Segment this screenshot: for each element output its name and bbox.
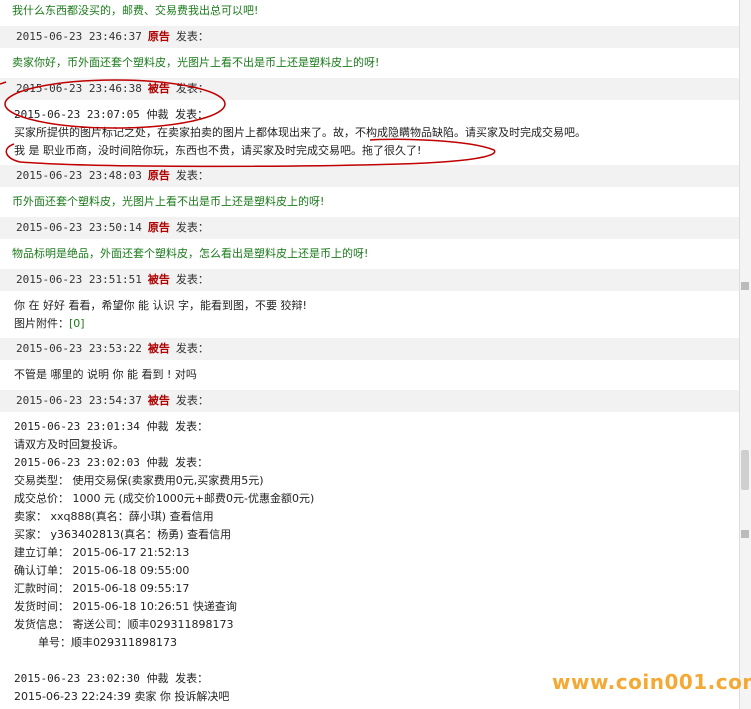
post-header: 2015-06-23 23:46:38 被告 发表： — [0, 78, 740, 100]
role-defendant: 被告 — [147, 342, 170, 355]
post-header: 2015-06-23 23:48:03 原告 发表： — [0, 165, 740, 187]
post-header: 2015-06-23 23:53:22 被告 发表： — [0, 338, 740, 360]
role-plaintiff: 原告 — [147, 30, 170, 43]
post-timestamp: 2015-06-23 23:53:22 — [16, 342, 142, 355]
post-header: 2015-06-23 23:50:14 原告 发表： — [0, 217, 740, 239]
post-label: 发表： — [175, 221, 209, 234]
post-header: 2015-06-23 23:46:37 原告 发表： — [0, 26, 740, 48]
role-defendant: 被告 — [147, 394, 170, 407]
scroll-marker-icon — [741, 530, 749, 538]
order-detail-buyer: 买家： y363402813(真名：杨勇) 查看信用 — [14, 528, 232, 541]
order-detail-shipping: 发货信息： 寄送公司：顺丰029311898173 — [14, 618, 234, 631]
arbitration-header: 2015-06-23 23:01:34 仲裁 发表： — [14, 420, 209, 433]
arbitration-header: 2015-06-23 23:07:05 仲裁 发表： — [14, 108, 209, 121]
post-label: 发表： — [175, 342, 209, 355]
attachment-row: 图片附件：[0] — [0, 315, 751, 333]
scrollbar-thumb[interactable] — [741, 450, 749, 490]
vertical-scrollbar[interactable] — [739, 0, 751, 709]
order-detail-seller: 卖家： xxq888(真名：薛小琪) 查看信用 — [14, 510, 214, 523]
order-detail-shipped: 发货时间： 2015-06-18 10:26:51 快递查询 — [14, 600, 237, 613]
post-timestamp: 2015-06-23 23:46:38 — [16, 82, 142, 95]
order-detail-tracking: 单号：顺丰029311898173 — [38, 636, 177, 649]
buyer-message: 币外面还套个塑料皮，光图片上看不出是币上还是塑料皮上的呀! — [12, 195, 325, 208]
post-label: 发表： — [175, 30, 209, 43]
role-plaintiff: 原告 — [147, 169, 170, 182]
post-timestamp: 2015-06-23 23:50:14 — [16, 221, 142, 234]
order-detail-paid: 汇款时间： 2015-06-18 09:55:17 — [14, 582, 190, 595]
role-defendant: 被告 — [147, 273, 170, 286]
arbitration-text: 买家所提供的图片标记之处，在卖家拍卖的图片上都体现出来了。故，不构成隐瞒物品缺陷… — [14, 126, 586, 139]
site-watermark: www.coin001.com — [552, 670, 751, 694]
attachment-label: 图片附件： — [14, 317, 69, 330]
order-detail-type: 交易类型： 使用交易保(卖家费用0元,买家费用5元) — [14, 474, 264, 487]
order-detail-price: 成交总价： 1000 元 (成交价1000元+邮费0元-优惠金额0元) — [14, 492, 315, 505]
buyer-message: 物品标明是绝品，外面还套个塑料皮，怎么看出是塑料皮上还是币上的呀! — [12, 247, 369, 260]
dispute-thread: 我什么东西都没买的，邮费、交易费我出总可以吧! 2015-06-23 23:46… — [0, 0, 740, 709]
buyer-message: 卖家你好，币外面还套个塑料皮，光图片上看不出是币上还是塑料皮上的呀! — [12, 56, 380, 69]
order-detail-created: 建立订单： 2015-06-17 21:52:13 — [14, 546, 190, 559]
buyer-message: 我什么东西都没买的，邮费、交易费我出总可以吧! — [12, 4, 259, 17]
post-label: 发表： — [175, 82, 209, 95]
seller-reply: 我 是 职业币商，没时间陪你玩，东西也不贵，请买家及时完成交易吧。拖了很久了! — [14, 144, 422, 157]
post-label: 发表： — [175, 169, 209, 182]
seller-message: 不管是 哪里的 说明 你 能 看到 ! 对吗 — [14, 368, 197, 381]
seller-message: 你 在 好好 看看，希望你 能 认识 字，能看到图，不要 狡辩! — [14, 299, 307, 312]
arbitration-text: 请双方及时回复投诉。 — [14, 438, 124, 451]
post-header: 2015-06-23 23:54:37 被告 发表： — [0, 390, 740, 412]
arbitration-header: 2015-06-23 23:02:03 仲裁 发表： — [14, 456, 209, 469]
post-timestamp: 2015-06-23 23:54:37 — [16, 394, 142, 407]
post-timestamp: 2015-06-23 23:48:03 — [16, 169, 142, 182]
order-detail-confirmed: 确认订单： 2015-06-18 09:55:00 — [14, 564, 190, 577]
attachment-link[interactable]: [0] — [69, 317, 85, 330]
post-label: 发表： — [175, 394, 209, 407]
post-header: 2015-06-23 23:51:51 被告 发表： — [0, 269, 740, 291]
post-timestamp: 2015-06-23 23:51:51 — [16, 273, 142, 286]
role-plaintiff: 原告 — [147, 221, 170, 234]
post-timestamp: 2015-06-23 23:46:37 — [16, 30, 142, 43]
post-label: 发表： — [175, 273, 209, 286]
role-defendant: 被告 — [147, 82, 170, 95]
scroll-marker-icon — [741, 282, 749, 290]
